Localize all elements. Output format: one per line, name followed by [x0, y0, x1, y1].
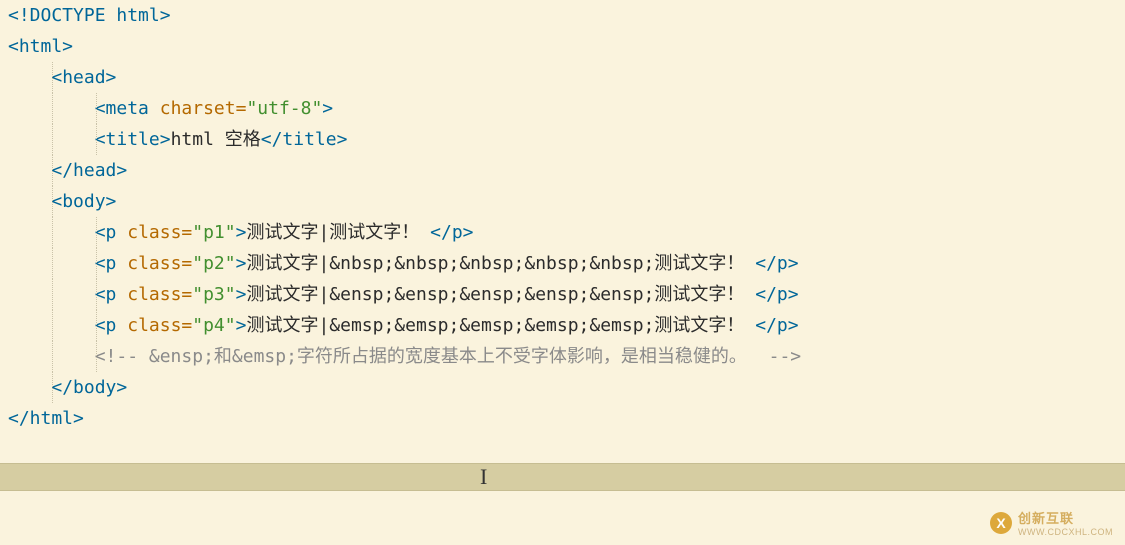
- code-line: <html>: [0, 31, 1125, 62]
- p-close-tag: </p>: [755, 284, 798, 305]
- text-cursor: I: [480, 466, 481, 488]
- tag-close-bracket: >: [322, 98, 333, 119]
- p-open-tag: <p: [95, 222, 117, 243]
- watermark-url: WWW.CDCXHL.COM: [1018, 527, 1113, 537]
- p4-text: 测试文字|&emsp;&emsp;&emsp;&emsp;&emsp;测试文字！: [246, 315, 755, 336]
- charset-value: "utf-8": [246, 98, 322, 119]
- class-attr: class=: [116, 284, 192, 305]
- title-text: html 空格: [171, 129, 261, 150]
- code-line: </html>: [0, 403, 1125, 434]
- p-close-tag: </p>: [755, 253, 798, 274]
- code-line: </body>: [0, 372, 1125, 403]
- p-close-tag: </p>: [755, 315, 798, 336]
- html-close-tag: </html>: [8, 408, 84, 429]
- code-line: </head>: [0, 155, 1125, 186]
- code-line: <meta charset="utf-8">: [0, 93, 1125, 124]
- doctype-tag: <!DOCTYPE html>: [8, 5, 171, 26]
- tag-close-bracket: >: [236, 253, 247, 274]
- tag-close-bracket: >: [236, 315, 247, 336]
- title-close-tag: </title>: [261, 129, 348, 150]
- meta-tag: <meta: [95, 98, 149, 119]
- p3-text: 测试文字|&ensp;&ensp;&ensp;&ensp;&ensp;测试文字！: [246, 284, 755, 305]
- tag-close-bracket: >: [236, 284, 247, 305]
- current-line-highlight: [0, 463, 1125, 491]
- class-attr: class=: [116, 315, 192, 336]
- code-line: <p class="p2">测试文字|&nbsp;&nbsp;&nbsp;&nb…: [0, 248, 1125, 279]
- head-close-tag: </head>: [51, 160, 127, 181]
- html-open-tag: <html>: [8, 36, 73, 57]
- p-open-tag: <p: [95, 315, 117, 336]
- title-open-tag: <title>: [95, 129, 171, 150]
- p2-text: 测试文字|&nbsp;&nbsp;&nbsp;&nbsp;&nbsp;测试文字！: [246, 253, 755, 274]
- body-open-tag: <body>: [51, 191, 116, 212]
- head-open-tag: <head>: [51, 67, 116, 88]
- code-line: <!DOCTYPE html>: [0, 0, 1125, 31]
- code-editor[interactable]: <!DOCTYPE html> <html> <head> <meta char…: [0, 0, 1125, 545]
- code-line: <!-- &ensp;和&emsp;字符所占据的宽度基本上不受字体影响，是相当稳…: [0, 341, 1125, 372]
- p-close-tag: </p>: [430, 222, 473, 243]
- code-line: <p class="p1">测试文字|测试文字！ </p>: [0, 217, 1125, 248]
- class-attr: class=: [116, 222, 192, 243]
- class-value: "p2": [192, 253, 235, 274]
- p1-text: 测试文字|测试文字！: [246, 222, 430, 243]
- class-value: "p1": [192, 222, 235, 243]
- comment-text: <!-- &ensp;和&emsp;字符所占据的宽度基本上不受字体影响，是相当稳…: [95, 346, 801, 367]
- charset-attr: charset=: [149, 98, 247, 119]
- code-line: <body>: [0, 186, 1125, 217]
- watermark: X 创新互联 WWW.CDCXHL.COM: [990, 508, 1113, 537]
- watermark-brand: 创新互联: [1018, 511, 1074, 526]
- class-value: "p3": [192, 284, 235, 305]
- code-line: <p class="p3">测试文字|&ensp;&ensp;&ensp;&en…: [0, 279, 1125, 310]
- watermark-logo-icon: X: [990, 512, 1012, 534]
- code-line: <head>: [0, 62, 1125, 93]
- tag-close-bracket: >: [236, 222, 247, 243]
- body-close-tag: </body>: [51, 377, 127, 398]
- class-attr: class=: [116, 253, 192, 274]
- code-line: <title>html 空格</title>: [0, 124, 1125, 155]
- class-value: "p4": [192, 315, 235, 336]
- p-open-tag: <p: [95, 284, 117, 305]
- p-open-tag: <p: [95, 253, 117, 274]
- code-line: <p class="p4">测试文字|&emsp;&emsp;&emsp;&em…: [0, 310, 1125, 341]
